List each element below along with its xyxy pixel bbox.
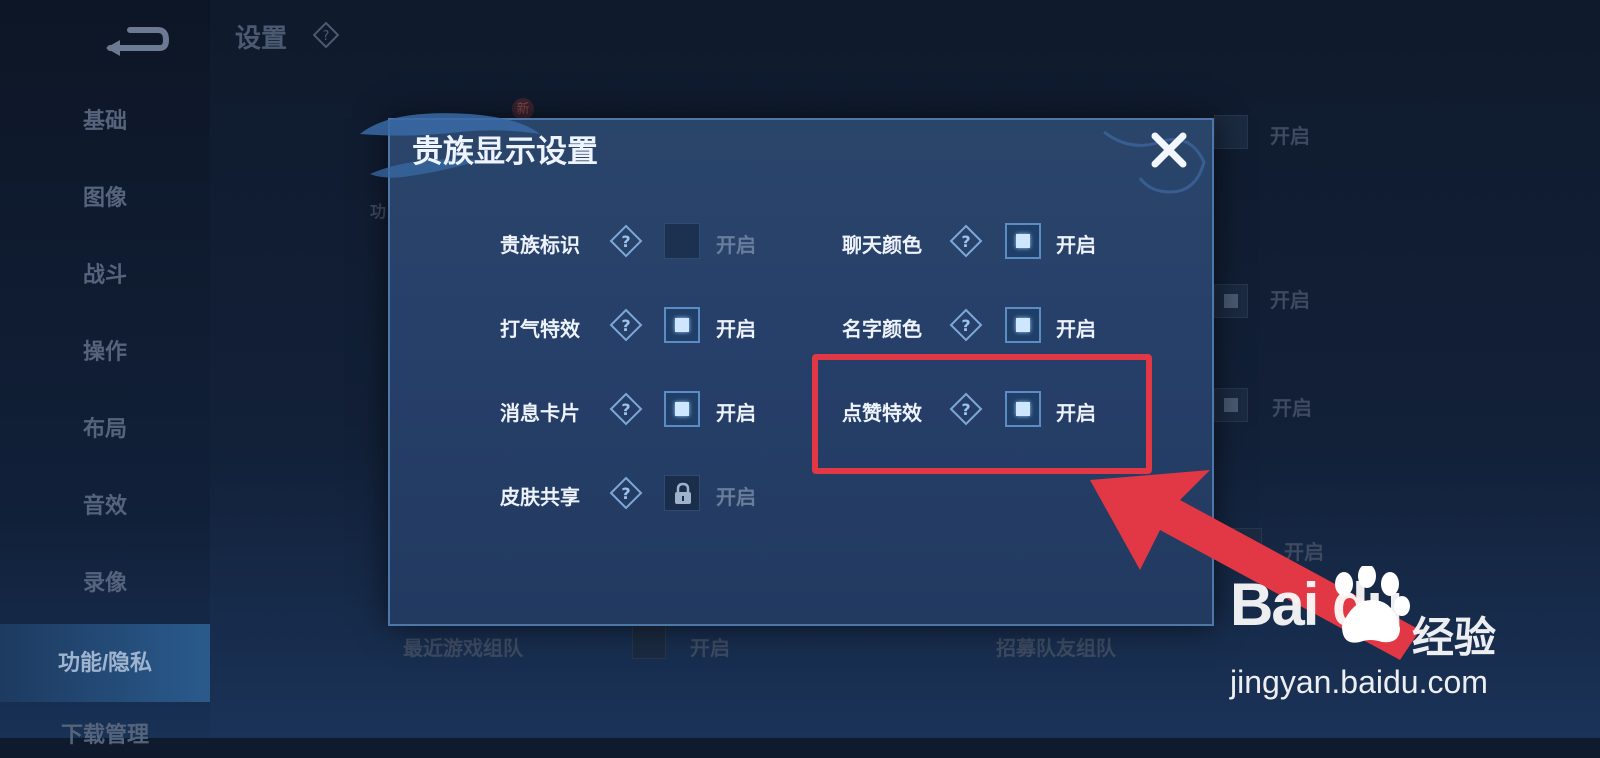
sidebar-item-battle[interactable]: 战斗 (0, 252, 210, 298)
recent-team-state: 开启 (690, 638, 730, 660)
background-tab-partial: 功 (370, 204, 387, 221)
sidebar-item-downloads[interactable]: 下载管理 (0, 712, 210, 758)
message-card-state: 开启 (716, 403, 756, 425)
svg-text:?: ? (621, 232, 630, 251)
option-label-skin-share: 皮肤共享 (500, 487, 580, 509)
recent-team-checkbox[interactable] (632, 625, 666, 659)
noble-badge-state: 开启 (716, 235, 756, 257)
help-icon[interactable]: ? (609, 308, 643, 342)
option-label-message-card: 消息卡片 (500, 403, 580, 425)
sidebar-item-sound[interactable]: 音效 (0, 483, 210, 529)
svg-text:?: ? (323, 29, 330, 44)
help-icon[interactable]: ? (949, 308, 983, 342)
message-card-checkbox[interactable] (664, 391, 700, 427)
help-icon[interactable]: ? (609, 476, 643, 510)
background-state: 开启 (1270, 290, 1310, 312)
svg-text:?: ? (961, 232, 970, 251)
skin-share-state: 开启 (716, 487, 756, 509)
svg-text:?: ? (621, 316, 630, 335)
help-icon[interactable]: ? (313, 22, 339, 48)
watermark-url: jingyan.baidu.com (1230, 664, 1488, 700)
help-icon[interactable]: ? (609, 224, 643, 258)
sidebar-item-layout[interactable]: 布局 (0, 406, 210, 452)
baidu-logo: Bai du (1230, 571, 1403, 638)
dialog-title: 贵族显示设置 (412, 134, 598, 169)
noble-badge-checkbox[interactable] (664, 223, 700, 259)
name-color-checkbox[interactable] (1005, 307, 1041, 343)
recent-team-label: 最近游戏组队 (403, 638, 523, 660)
cheer-effect-state: 开启 (716, 319, 756, 341)
option-label-chat-color: 聊天颜色 (842, 235, 922, 257)
skin-share-checkbox[interactable] (664, 475, 700, 511)
cheer-effect-checkbox[interactable] (664, 307, 700, 343)
page-title: 设置 (235, 23, 288, 53)
help-icon[interactable]: ? (949, 224, 983, 258)
svg-text:?: ? (961, 316, 970, 335)
sidebar-item-basic[interactable]: 基础 (0, 98, 210, 144)
background-state: 开启 (1270, 126, 1310, 148)
option-label-name-color: 名字颜色 (842, 319, 922, 341)
back-arrow-icon[interactable] (100, 20, 170, 58)
background-state: 开启 (1272, 398, 1312, 420)
background-checkbox[interactable] (1214, 284, 1248, 318)
sidebar-item-replay[interactable]: 录像 (0, 560, 210, 606)
help-icon[interactable]: ? (609, 392, 643, 426)
sidebar-item-image[interactable]: 图像 (0, 175, 210, 221)
background-checkbox[interactable] (1214, 388, 1248, 422)
highlight-box (812, 354, 1152, 474)
svg-text:?: ? (621, 400, 630, 419)
sidebar: 基础 图像 战斗 操作 布局 音效 录像 功能/隐私 下载管理 (0, 0, 210, 747)
jingyan-label: 经验 (1412, 614, 1497, 661)
lock-icon (675, 482, 691, 504)
background-checkbox[interactable] (1214, 115, 1248, 149)
close-icon[interactable] (1147, 128, 1191, 172)
sidebar-item-operation[interactable]: 操作 (0, 329, 210, 375)
option-label-noble-badge: 贵族标识 (500, 235, 580, 257)
option-label-cheer-effect: 打气特效 (500, 319, 580, 341)
chat-color-state: 开启 (1056, 235, 1096, 257)
name-color-state: 开启 (1056, 319, 1096, 341)
sidebar-item-privacy[interactable]: 功能/隐私 (0, 624, 210, 702)
chat-color-checkbox[interactable] (1005, 223, 1041, 259)
svg-text:?: ? (621, 484, 630, 503)
